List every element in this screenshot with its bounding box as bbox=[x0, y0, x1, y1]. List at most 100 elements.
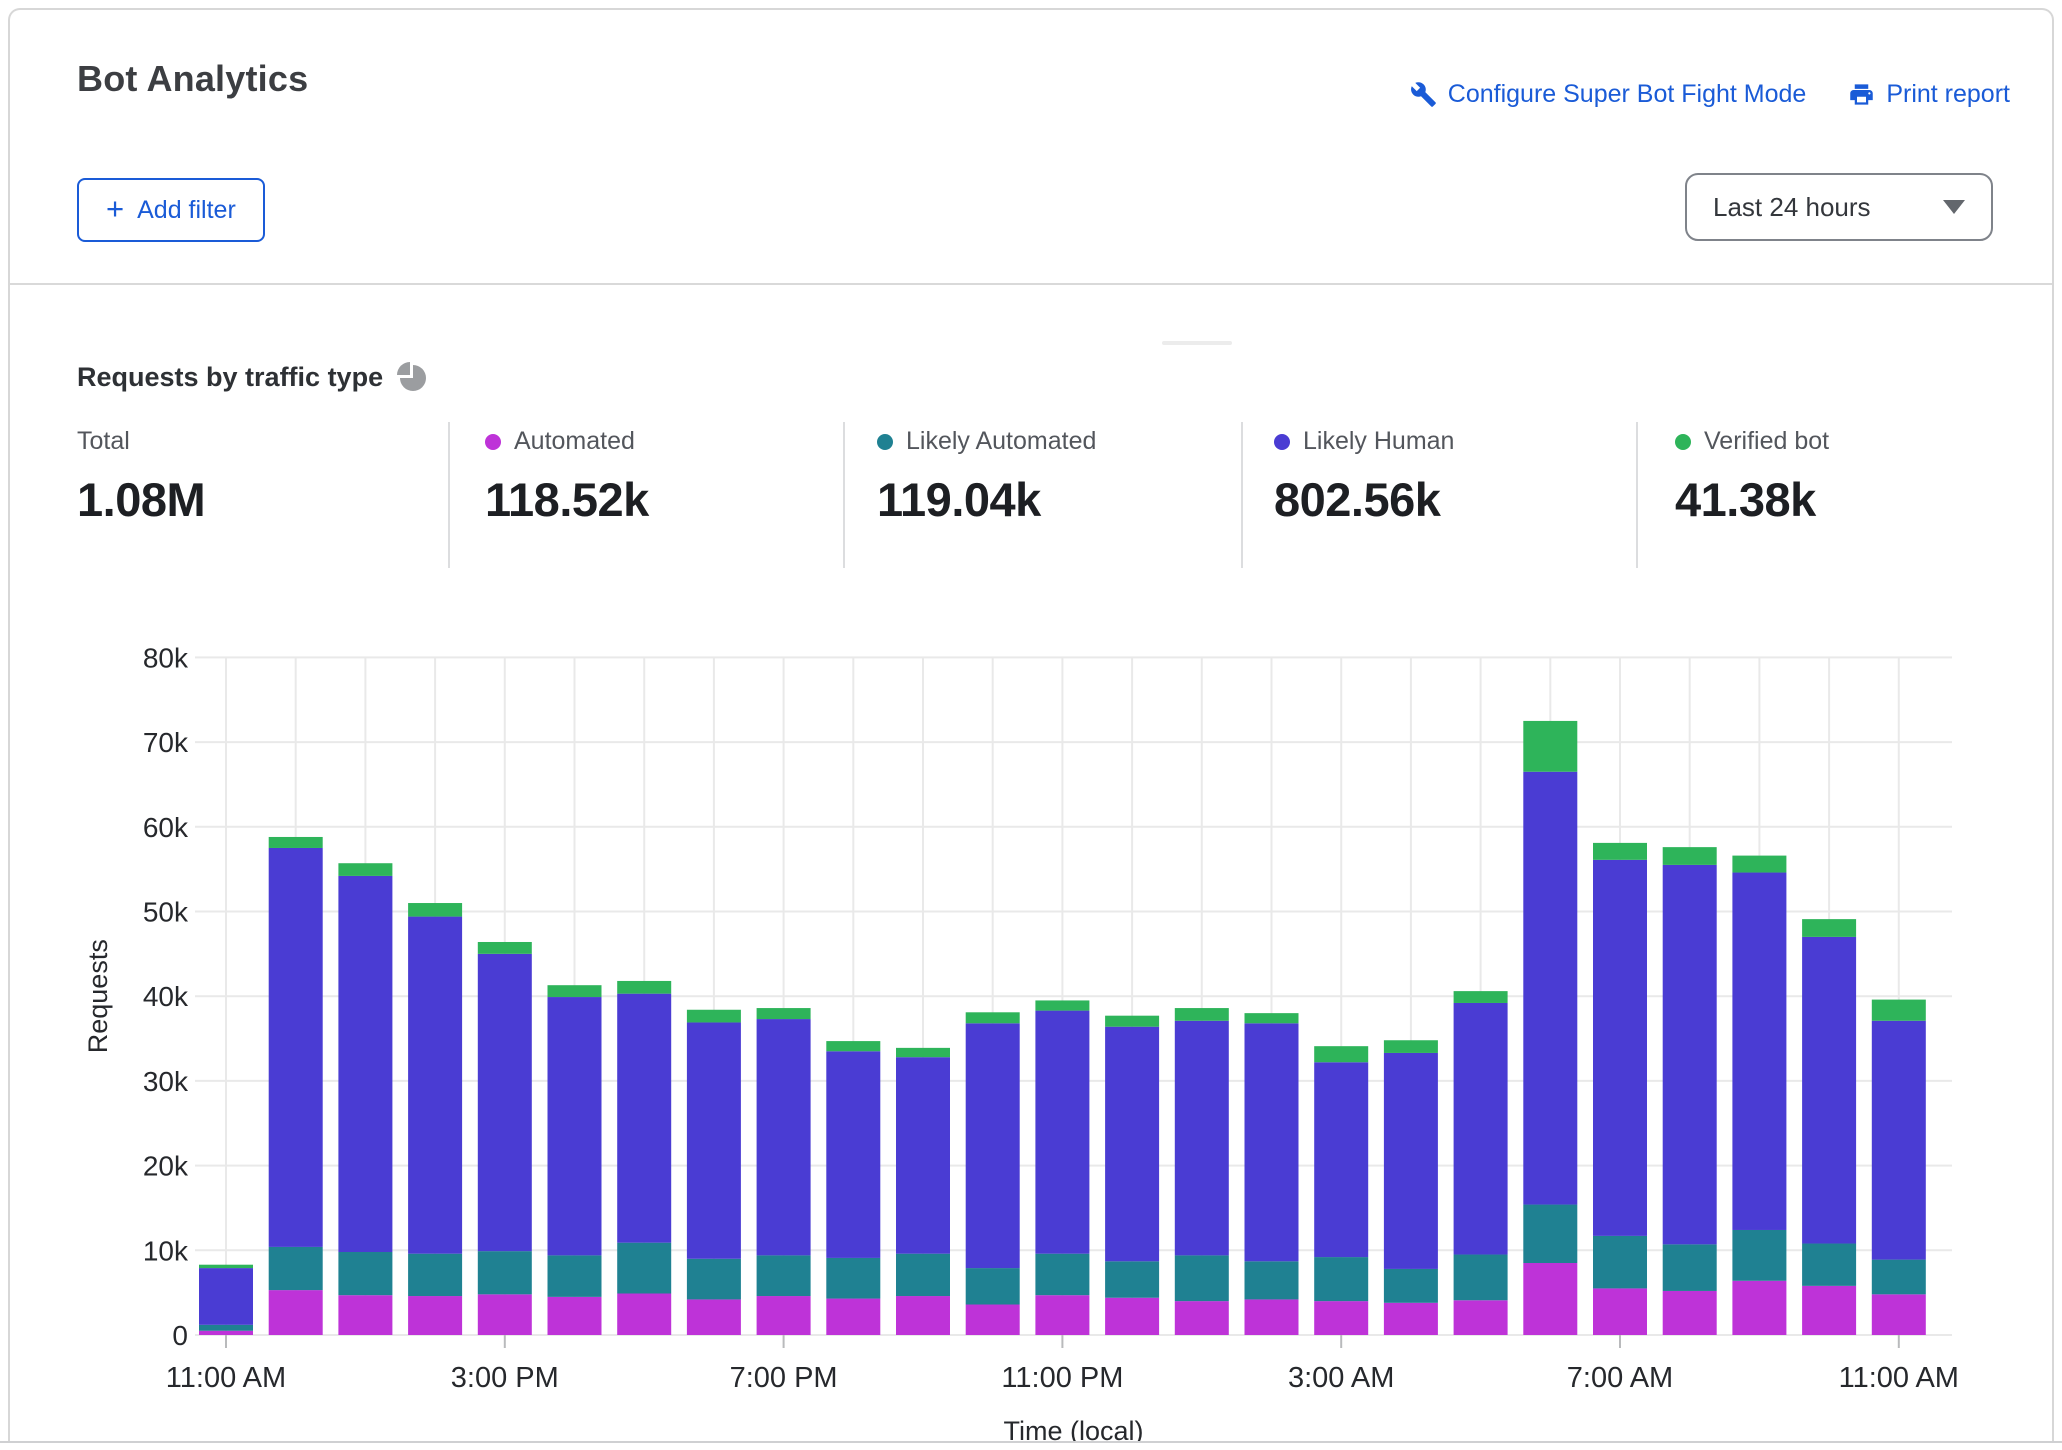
bar-segment-likely-automated[interactable] bbox=[1523, 1205, 1577, 1263]
bar-segment-verified-bot[interactable] bbox=[1314, 1046, 1368, 1062]
add-filter-button[interactable]: + Add filter bbox=[77, 178, 265, 242]
bar-segment-likely-automated[interactable] bbox=[1175, 1255, 1229, 1301]
bar-segment-likely-human[interactable] bbox=[548, 997, 602, 1255]
bar-segment-likely-human[interactable] bbox=[1314, 1062, 1368, 1257]
bar-segment-likely-automated[interactable] bbox=[826, 1258, 880, 1299]
bar-segment-likely-automated[interactable] bbox=[1872, 1260, 1926, 1295]
bar-segment-verified-bot[interactable] bbox=[757, 1008, 811, 1019]
bar-segment-verified-bot[interactable] bbox=[199, 1265, 253, 1268]
bar-segment-automated[interactable] bbox=[1523, 1263, 1577, 1335]
bar-segment-likely-automated[interactable] bbox=[1802, 1244, 1856, 1286]
bar-segment-verified-bot[interactable] bbox=[1593, 843, 1647, 860]
bar-segment-likely-human[interactable] bbox=[617, 994, 671, 1243]
bar-segment-automated[interactable] bbox=[1314, 1301, 1368, 1335]
bar-segment-automated[interactable] bbox=[338, 1295, 392, 1335]
bar-segment-automated[interactable] bbox=[478, 1294, 532, 1335]
bar-segment-likely-automated[interactable] bbox=[1245, 1261, 1299, 1299]
bar-segment-automated[interactable] bbox=[966, 1305, 1020, 1335]
bar-segment-likely-human[interactable] bbox=[478, 954, 532, 1251]
bar-segment-likely-human[interactable] bbox=[1732, 873, 1786, 1230]
bar-segment-automated[interactable] bbox=[757, 1296, 811, 1335]
bar-segment-automated[interactable] bbox=[1872, 1294, 1926, 1335]
bar-segment-likely-automated[interactable] bbox=[1314, 1257, 1368, 1301]
bar-segment-automated[interactable] bbox=[1732, 1281, 1786, 1335]
bar-segment-likely-human[interactable] bbox=[896, 1057, 950, 1254]
bar-segment-likely-human[interactable] bbox=[1035, 1011, 1089, 1254]
bar-segment-likely-human[interactable] bbox=[966, 1023, 1020, 1268]
bar-segment-likely-automated[interactable] bbox=[1663, 1244, 1717, 1291]
bar-segment-likely-automated[interactable] bbox=[1105, 1261, 1159, 1297]
bar-segment-likely-human[interactable] bbox=[1523, 772, 1577, 1205]
bar-segment-verified-bot[interactable] bbox=[408, 903, 462, 917]
bar-segment-automated[interactable] bbox=[1245, 1299, 1299, 1335]
bar-segment-likely-human[interactable] bbox=[199, 1268, 253, 1325]
bar-segment-automated[interactable] bbox=[1384, 1303, 1438, 1335]
bar-segment-automated[interactable] bbox=[408, 1296, 462, 1335]
bar-segment-verified-bot[interactable] bbox=[617, 981, 671, 994]
bar-segment-likely-human[interactable] bbox=[1105, 1027, 1159, 1262]
time-range-select[interactable]: Last 24 hours bbox=[1685, 173, 1993, 241]
bar-segment-likely-human[interactable] bbox=[1872, 1021, 1926, 1260]
bar-segment-likely-automated[interactable] bbox=[199, 1325, 253, 1331]
bar-segment-verified-bot[interactable] bbox=[1872, 1000, 1926, 1021]
bar-segment-automated[interactable] bbox=[617, 1293, 671, 1335]
bar-segment-verified-bot[interactable] bbox=[1732, 856, 1786, 873]
bar-segment-likely-human[interactable] bbox=[408, 917, 462, 1254]
bar-segment-likely-automated[interactable] bbox=[338, 1252, 392, 1295]
bar-segment-likely-human[interactable] bbox=[826, 1051, 880, 1258]
bar-segment-automated[interactable] bbox=[1593, 1288, 1647, 1335]
configure-super-bot-fight-mode-link[interactable]: Configure Super Bot Fight Mode bbox=[1410, 80, 1807, 109]
bar-segment-verified-bot[interactable] bbox=[896, 1048, 950, 1057]
bar-segment-likely-automated[interactable] bbox=[1384, 1269, 1438, 1303]
bar-segment-verified-bot[interactable] bbox=[1105, 1016, 1159, 1027]
bar-segment-automated[interactable] bbox=[1175, 1301, 1229, 1335]
bar-segment-automated[interactable] bbox=[896, 1296, 950, 1335]
bar-segment-automated[interactable] bbox=[1663, 1291, 1717, 1335]
bar-segment-likely-automated[interactable] bbox=[757, 1255, 811, 1296]
bar-segment-automated[interactable] bbox=[1454, 1300, 1508, 1335]
bar-segment-verified-bot[interactable] bbox=[1523, 721, 1577, 772]
bar-segment-verified-bot[interactable] bbox=[1802, 919, 1856, 937]
bar-segment-automated[interactable] bbox=[1105, 1298, 1159, 1335]
bar-segment-verified-bot[interactable] bbox=[1175, 1008, 1229, 1021]
bar-segment-likely-human[interactable] bbox=[1245, 1023, 1299, 1261]
bar-segment-verified-bot[interactable] bbox=[1663, 847, 1717, 865]
bar-segment-likely-automated[interactable] bbox=[896, 1254, 950, 1296]
bar-segment-likely-human[interactable] bbox=[687, 1022, 741, 1258]
bar-segment-likely-human[interactable] bbox=[1384, 1053, 1438, 1269]
bar-segment-likely-human[interactable] bbox=[1593, 860, 1647, 1236]
bar-segment-likely-automated[interactable] bbox=[548, 1255, 602, 1297]
print-report-link[interactable]: Print report bbox=[1848, 80, 2010, 109]
bar-segment-verified-bot[interactable] bbox=[338, 863, 392, 876]
bar-segment-automated[interactable] bbox=[826, 1299, 880, 1335]
bar-segment-likely-automated[interactable] bbox=[1035, 1254, 1089, 1296]
bar-segment-likely-automated[interactable] bbox=[687, 1259, 741, 1300]
bar-segment-likely-human[interactable] bbox=[338, 876, 392, 1252]
bar-segment-likely-human[interactable] bbox=[757, 1019, 811, 1255]
bar-segment-verified-bot[interactable] bbox=[478, 942, 532, 954]
bar-segment-verified-bot[interactable] bbox=[1245, 1013, 1299, 1023]
bar-segment-likely-automated[interactable] bbox=[408, 1254, 462, 1296]
bar-segment-automated[interactable] bbox=[1035, 1295, 1089, 1335]
bar-segment-likely-automated[interactable] bbox=[269, 1247, 323, 1290]
bar-segment-likely-automated[interactable] bbox=[966, 1268, 1020, 1304]
bar-segment-verified-bot[interactable] bbox=[1454, 991, 1508, 1003]
bar-segment-verified-bot[interactable] bbox=[826, 1041, 880, 1051]
bar-segment-likely-automated[interactable] bbox=[478, 1251, 532, 1294]
bar-segment-likely-automated[interactable] bbox=[1593, 1236, 1647, 1289]
bar-segment-likely-human[interactable] bbox=[269, 848, 323, 1247]
bar-segment-likely-human[interactable] bbox=[1802, 937, 1856, 1244]
bar-segment-verified-bot[interactable] bbox=[269, 837, 323, 848]
bar-segment-automated[interactable] bbox=[199, 1331, 253, 1335]
bar-segment-automated[interactable] bbox=[1802, 1286, 1856, 1335]
bar-segment-automated[interactable] bbox=[269, 1290, 323, 1335]
bar-segment-likely-automated[interactable] bbox=[1454, 1255, 1508, 1301]
bar-segment-verified-bot[interactable] bbox=[1384, 1040, 1438, 1053]
bar-segment-verified-bot[interactable] bbox=[1035, 1000, 1089, 1010]
bar-segment-likely-automated[interactable] bbox=[617, 1243, 671, 1294]
bar-segment-likely-human[interactable] bbox=[1454, 1003, 1508, 1255]
bar-segment-likely-human[interactable] bbox=[1663, 865, 1717, 1244]
bar-segment-likely-automated[interactable] bbox=[1732, 1230, 1786, 1281]
bar-segment-verified-bot[interactable] bbox=[966, 1012, 1020, 1023]
bar-segment-automated[interactable] bbox=[548, 1297, 602, 1335]
